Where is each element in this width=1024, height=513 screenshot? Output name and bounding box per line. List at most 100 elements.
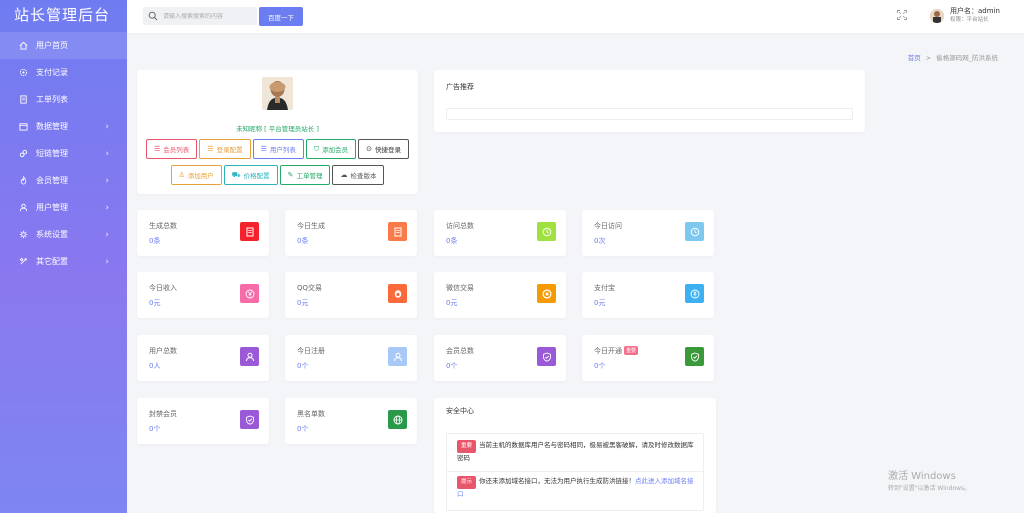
profile-action-button[interactable]: ☰ 会员列表	[146, 139, 198, 159]
sidebar-item[interactable]: 其它配置 ›	[0, 248, 127, 275]
sidebar-item-label: 短链管理	[36, 149, 68, 158]
sidebar-item[interactable]: 会员管理 ›	[0, 167, 127, 194]
user-name: 用户名：admin	[950, 7, 1000, 15]
button-icon: ☰	[154, 145, 161, 153]
notice-tag: 提示	[457, 476, 477, 489]
user-icon	[18, 203, 28, 213]
stat-label: 访问总数	[446, 222, 474, 230]
profile-action-button[interactable]: ✎ 工单管理	[279, 165, 331, 185]
security-title: 安全中心	[446, 407, 474, 415]
gear-icon	[18, 68, 28, 78]
stat-value: 0条	[149, 237, 161, 245]
notice-tag: 重要	[457, 440, 477, 453]
ad-title: 广告推荐	[446, 83, 474, 91]
profile-action-button[interactable]: ⊙ 快捷登录	[358, 139, 409, 159]
sidebar-item-label: 数据管理	[36, 122, 68, 131]
user-icon	[240, 347, 259, 366]
sidebar-item[interactable]: 支付记录	[0, 59, 127, 86]
notice-text: 当前主机的数据库用户名与密码相同，极易被黑客破解，请及时修改数据库密码	[457, 441, 694, 462]
button-label: 添加会员	[322, 146, 349, 154]
stat-card: 今日访问 0次	[582, 210, 714, 256]
profile-nickname: 未知昵称 [ 平台管理员站长 ]	[236, 125, 319, 133]
shield-icon	[537, 347, 556, 366]
divider	[447, 471, 703, 472]
stat-label: 今日开通 重要	[594, 346, 639, 355]
sidebar-item[interactable]: 短链管理 ›	[0, 140, 127, 167]
watermark-line2: 转到"设置"以激活 Windows。	[888, 485, 971, 492]
chevron-right-icon: ›	[105, 175, 109, 186]
stat-card: 今日开通 重要 0个	[582, 335, 714, 381]
breadcrumb-home[interactable]: 首页	[908, 54, 921, 62]
search-input[interactable]	[163, 12, 255, 20]
sidebar-item-label: 支付记录	[36, 68, 68, 77]
shield-icon	[685, 347, 704, 366]
breadcrumb-separator: >	[925, 54, 932, 62]
sidebar-item[interactable]: 工单列表	[0, 86, 127, 113]
button-icon: ♙	[178, 171, 185, 179]
important-badge: 重要	[624, 346, 639, 355]
profile-action-button[interactable]: ♙ 添加用户	[170, 165, 222, 185]
stat-card: 黑名单数 0个	[285, 398, 417, 444]
user-role: 权限：平台站长	[950, 17, 989, 23]
profile-buttons-row2: ♙ 添加用户 ⛟ 价格配置 ✎ 工单管理 ☁ 检查版本	[137, 165, 418, 185]
search-box[interactable]	[143, 7, 257, 25]
alipay-icon	[685, 284, 704, 303]
profile-action-button[interactable]: ☰ 用户列表	[252, 139, 304, 159]
stat-value: 0个	[297, 362, 309, 370]
profile-action-button[interactable]: ☰ 登录配置	[199, 139, 251, 159]
avatar	[930, 9, 944, 23]
button-label: 登录配置	[216, 146, 243, 154]
profile-avatar	[262, 77, 293, 110]
button-label: 工单管理	[296, 172, 323, 180]
stat-value: 0个	[297, 425, 309, 433]
stat-label: 生成总数	[149, 222, 177, 230]
windows-activation-watermark: 激活 Windows 转到"设置"以激活 Windows。	[888, 467, 970, 492]
sidebar-item[interactable]: 数据管理 ›	[0, 113, 127, 140]
button-label: 检查版本	[350, 172, 377, 180]
fire-icon	[18, 176, 28, 186]
stat-label: 今日收入	[149, 284, 177, 292]
stat-card: 微信交易 0元	[434, 272, 566, 318]
stat-label: 微信交易	[446, 284, 474, 292]
chevron-right-icon: ›	[105, 256, 109, 267]
stat-label: 今日访问	[594, 222, 622, 230]
wechat-icon	[537, 284, 556, 303]
clock-icon	[685, 222, 704, 241]
stat-label: 支付宝	[594, 284, 615, 292]
sidebar-item[interactable]: 用户首页	[0, 32, 127, 59]
profile-card: 未知昵称 [ 平台管理员站长 ] ☰ 会员列表 ☰ 登录配置 ☰ 用户列表 ⛉ 添加会员 ⊙ 快捷…	[137, 70, 418, 194]
fullscreen-icon[interactable]	[897, 10, 907, 20]
profile-action-button[interactable]: ☁ 检查版本	[332, 165, 385, 185]
sidebar-item-label: 用户首页	[36, 41, 68, 50]
chevron-right-icon: ›	[105, 121, 109, 132]
yen-icon	[240, 284, 259, 303]
notice-item: 重要 当前主机的数据库用户名与密码相同，极易被黑客破解，请及时修改数据库密码	[457, 440, 697, 464]
button-label: 价格配置	[243, 172, 270, 180]
sidebar-item[interactable]: 用户管理 ›	[0, 194, 127, 221]
user-menu[interactable]: 用户名：admin 权限：平台站长	[930, 7, 1000, 25]
link-icon	[18, 149, 28, 159]
app-title: 站长管理后台	[14, 6, 111, 24]
notice-item: 提示 你还未添加域名接口，无法为用户执行生成防洪链接！点此进入添加域名接口	[457, 476, 697, 500]
button-icon: ⛟	[231, 170, 241, 179]
calendar-icon	[18, 122, 28, 132]
button-icon: ✎	[287, 171, 294, 179]
security-card: 安全中心 重要 当前主机的数据库用户名与密码相同，极易被黑客破解，请及时修改数据库…	[434, 398, 716, 513]
stat-value: 0次	[594, 237, 606, 245]
stat-value: 0个	[594, 362, 606, 370]
sidebar-nav: 用户首页 支付记录 工单列表 数据管理 › 短链管理 › 会员管理 › 用户管理 › 系统设置 › 其它配…	[0, 32, 127, 275]
button-icon: ☰	[260, 145, 267, 153]
settings-icon	[18, 230, 28, 240]
button-icon: ☰	[207, 145, 214, 153]
sidebar-item[interactable]: 系统设置 ›	[0, 221, 127, 248]
doc-icon	[388, 222, 407, 241]
stat-value: 0元	[149, 299, 161, 307]
stat-card: 访问总数 0条	[434, 210, 566, 256]
sidebar-item-label: 系统设置	[36, 230, 68, 239]
search-button[interactable]: 百度一下	[259, 7, 303, 26]
stat-card: 封禁会员 0个	[137, 398, 269, 444]
profile-action-button[interactable]: ⛉ 添加会员	[305, 139, 357, 159]
sidebar: 站长管理后台 用户首页 支付记录 工单列表 数据管理 › 短链管理 › 会员管理 › 用户管理 › 系…	[0, 0, 127, 513]
profile-action-button[interactable]: ⛟ 价格配置	[223, 165, 278, 185]
stat-value: 0元	[594, 299, 606, 307]
